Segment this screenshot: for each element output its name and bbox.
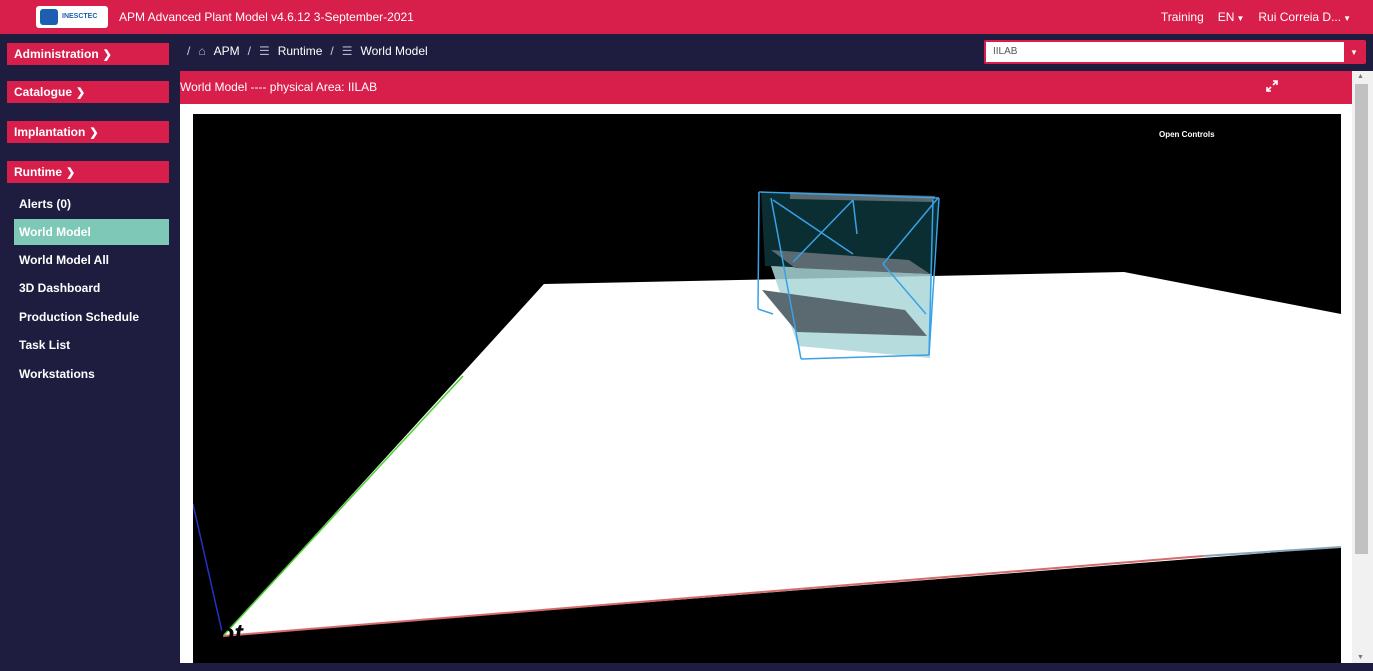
sidebar-section-label: Administration [14, 47, 99, 61]
area-select[interactable]: IILAB ▼ [984, 40, 1366, 64]
chevron-right-icon: ❯ [102, 48, 112, 61]
3d-viewport[interactable]: RefRobot Open Controls [193, 114, 1341, 663]
inesctec-logo[interactable]: INESCTEC [36, 6, 108, 28]
sidebar-item-world-model[interactable]: World Model [14, 219, 169, 245]
top-bar: INESCTEC APM Advanced Plant Model v4.6.1… [0, 0, 1373, 34]
sidebar-section-catalogue[interactable]: Catalogue ❯ [7, 81, 169, 103]
user-menu[interactable]: Rui Correia D... ▼ [1258, 10, 1351, 24]
floor-plane-fill [223, 284, 1341, 636]
sidebar: Administration ❯ Catalogue ❯ Implantation ❯… [0, 34, 180, 671]
sidebar-section-implantation[interactable]: Implantation ❯ [7, 121, 169, 143]
caret-down-icon[interactable]: ▼ [1344, 42, 1364, 62]
scrollbar[interactable]: ▲ ▼ [1352, 71, 1373, 663]
sidebar-section-runtime[interactable]: Runtime ❯ [7, 161, 169, 183]
breadcrumb-item-apm[interactable]: APM [214, 44, 240, 58]
caret-down-icon: ▼ [1343, 14, 1351, 23]
bottom-strip [180, 663, 1373, 671]
logo-mark-icon [40, 9, 58, 25]
sidebar-item-alerts[interactable]: Alerts (0) [14, 191, 169, 217]
breadcrumb-separator: / [187, 44, 191, 58]
training-link[interactable]: Training [1161, 10, 1204, 24]
sidebar-section-label: Catalogue [14, 85, 73, 99]
sidebar-section-label: Runtime [14, 165, 62, 179]
open-controls-button[interactable]: Open Controls [1159, 130, 1215, 139]
breadcrumb-item-runtime[interactable]: Runtime [278, 44, 323, 58]
sidebar-section-administration[interactable]: Administration ❯ [7, 43, 169, 65]
sidebar-item-task-list[interactable]: Task List [14, 332, 169, 358]
panel-title: World Model ---- physical Area: IILAB [180, 80, 378, 94]
logo-text: INESCTEC [62, 13, 98, 20]
user-name: Rui Correia D... [1258, 10, 1342, 24]
language-dropdown[interactable]: EN ▼ [1218, 10, 1245, 24]
panel-header: World Model ---- physical Area: IILAB [180, 71, 1352, 104]
breadcrumb-separator: / [330, 44, 334, 58]
breadcrumb: / ⌂ APM / ☰ Runtime / ☰ World Model [187, 44, 428, 58]
sidebar-section-label: Implantation [14, 125, 86, 139]
scroll-thumb[interactable] [1355, 84, 1368, 554]
app-title: APM Advanced Plant Model v4.6.12 3-Septe… [119, 10, 414, 24]
list-icon: ☰ [341, 44, 353, 58]
world-model-scene: RefRobot [193, 191, 1341, 648]
scroll-up-icon[interactable]: ▲ [1357, 73, 1364, 80]
top-right-menu: Training EN ▼ Rui Correia D... ▼ [1161, 10, 1351, 24]
scroll-down-icon[interactable]: ▼ [1357, 654, 1364, 661]
chevron-right-icon: ❯ [89, 126, 99, 139]
sidebar-item-workstations[interactable]: Workstations [14, 361, 169, 387]
sidebar-item-production-schedule[interactable]: Production Schedule [14, 304, 169, 330]
sidebar-item-world-model-all[interactable]: World Model All [14, 247, 169, 273]
z-axis-line [193, 503, 224, 637]
list-icon: ☰ [258, 44, 270, 58]
chevron-right-icon: ❯ [76, 86, 86, 99]
caret-down-icon: ▼ [1236, 14, 1245, 23]
chevron-down-icon: ❯ [66, 166, 76, 179]
sidebar-item-3d-dashboard[interactable]: 3D Dashboard [14, 275, 169, 301]
area-select-value: IILAB [993, 46, 1018, 57]
expand-icon[interactable] [1266, 80, 1278, 92]
language-label: EN [1217, 10, 1235, 24]
home-icon: ⌂ [198, 44, 206, 58]
breadcrumb-separator: / [247, 44, 251, 58]
robot-label: RefRobot [193, 618, 246, 648]
breadcrumb-item-world-model[interactable]: World Model [361, 44, 428, 58]
